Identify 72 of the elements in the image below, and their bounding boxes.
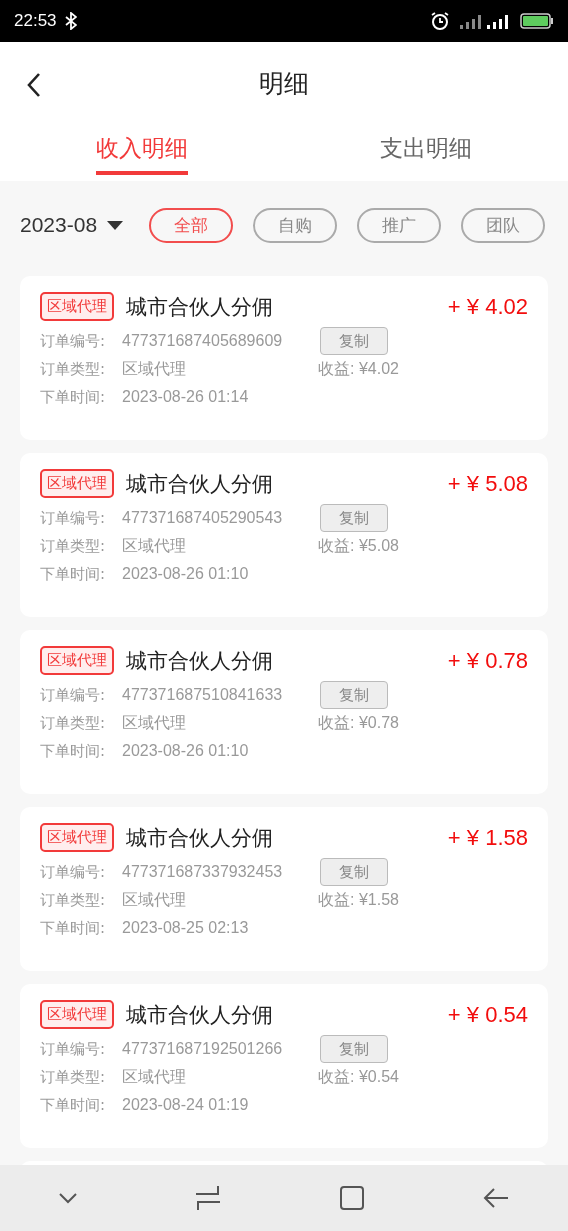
field-label: 下单时间: [40,1095,107,1115]
amount: + ¥ 5.08 [447,470,528,497]
amount: + ¥ 4.02 [447,293,528,320]
order-number: 477371687405689609 [122,332,284,350]
copy-button[interactable]: 复制 [320,858,388,886]
field-label: 下单时间: [40,564,107,584]
month-picker[interactable]: 2023-08 [20,213,98,237]
category-tag: 区域代理 [40,646,114,675]
order-number: 477371687337932453 [122,863,284,881]
field-label: 订单编号: [40,331,107,351]
order-number: 477371687510841633 [122,686,284,704]
order-time: 2023-08-26 01:10 [122,565,249,583]
filter-chip[interactable]: 团队 [461,207,546,243]
order-type: 区域代理 [122,535,187,556]
filter-chip[interactable]: 推广 [357,207,442,243]
back-icon[interactable] [26,72,42,98]
record-title: 城市合伙人分佣 [126,470,274,498]
chevron-down-icon[interactable] [58,1192,78,1204]
amount: + ¥ 1.58 [447,824,528,851]
income: 收益: ¥4.02 [318,358,399,379]
field-label: 订单编号: [40,862,107,882]
order-type: 区域代理 [122,712,187,733]
field-label: 订单类型: [40,890,107,910]
order-time: 2023-08-25 02:13 [122,919,249,937]
income: 收益: ¥5.08 [318,535,399,556]
field-label: 订单编号: [40,508,107,528]
order-number: 477371687192501266 [122,1040,284,1058]
amount: + ¥ 0.78 [447,647,528,674]
order-type: 区域代理 [122,1066,187,1087]
record-title: 城市合伙人分佣 [126,1001,274,1029]
bluetooth-icon [64,12,77,30]
menu-icon[interactable] [194,1184,222,1212]
category-tag: 区域代理 [40,1000,114,1029]
copy-button[interactable]: 复制 [320,504,388,532]
field-label: 订单类型: [40,1067,107,1087]
field-label: 订单编号: [40,685,107,705]
field-label: 下单时间: [40,387,107,407]
order-time: 2023-08-26 01:10 [122,742,249,760]
caret-icon[interactable] [107,220,124,230]
field-label: 下单时间: [40,918,107,938]
amount: + ¥ 0.54 [447,1001,528,1028]
category-tag: 区域代理 [40,823,114,852]
field-label: 订单类型: [40,536,107,556]
field-label: 订单类型: [40,359,107,379]
field-label: 下单时间: [40,741,107,761]
record-title: 城市合伙人分佣 [126,293,274,321]
order-time: 2023-08-26 01:14 [122,388,249,406]
record-title: 城市合伙人分佣 [126,647,274,675]
category-tag: 区域代理 [40,469,114,498]
page-title: 明细 [259,68,309,100]
record-title: 城市合伙人分佣 [126,824,274,852]
filter-chip[interactable]: 自购 [253,207,338,243]
income: 收益: ¥0.78 [318,712,399,733]
filter-chip[interactable]: 全部 [149,207,234,243]
battery-icon [520,13,554,29]
order-time: 2023-08-24 01:19 [122,1096,249,1114]
square-icon[interactable] [338,1184,366,1212]
copy-button[interactable]: 复制 [320,327,388,355]
field-label: 订单编号: [40,1039,107,1059]
order-type: 区域代理 [122,358,187,379]
category-tag: 区域代理 [40,292,114,321]
alarm-icon [430,11,450,31]
tab[interactable]: 收入明细 [96,125,188,175]
status-time: 22:53 [14,11,57,31]
tab[interactable]: 支出明细 [380,125,472,175]
field-label: 订单类型: [40,713,107,733]
income: 收益: ¥1.58 [318,889,399,910]
copy-button[interactable]: 复制 [320,1035,388,1063]
order-type: 区域代理 [122,889,187,910]
order-number: 477371687405290543 [122,509,284,527]
income: 收益: ¥0.54 [318,1066,399,1087]
copy-button[interactable]: 复制 [320,681,388,709]
